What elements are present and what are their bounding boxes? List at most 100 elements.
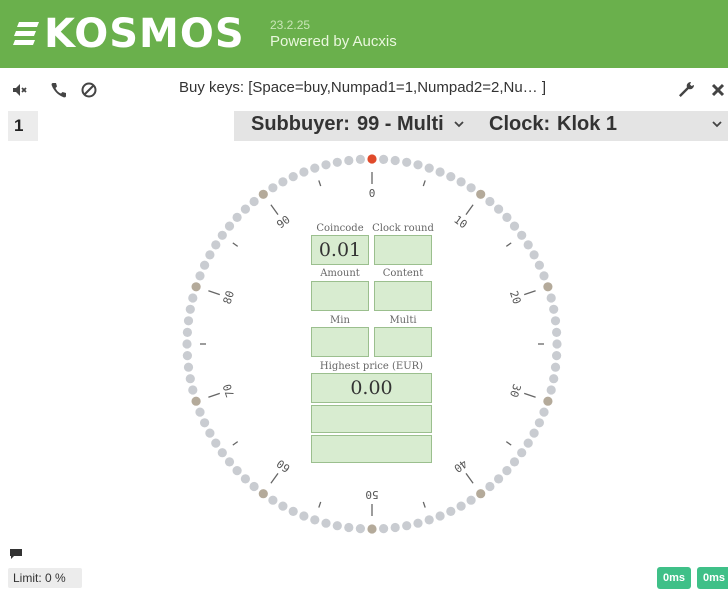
clock-dot (529, 250, 539, 260)
clock-tick (465, 204, 474, 215)
clock-tick (422, 501, 426, 508)
clock-dot (509, 457, 520, 467)
clock-dot (424, 163, 434, 173)
clock-tick (208, 392, 221, 398)
clock-label-10: 10 (451, 213, 469, 231)
clock-dot (446, 506, 456, 516)
clock-dot (240, 204, 250, 214)
clock-dot (249, 196, 259, 207)
clock-tick (422, 180, 426, 187)
phone-icon[interactable] (49, 80, 69, 100)
multi-field (374, 327, 432, 357)
clock-dot (355, 154, 365, 164)
amount-label: Amount (320, 268, 360, 279)
chat-icon[interactable] (10, 549, 22, 559)
clock-dot (278, 177, 288, 187)
mute-icon[interactable] (10, 80, 30, 100)
clock-select[interactable]: Klok 1 (557, 113, 617, 136)
clock-tick (523, 392, 536, 398)
clock-dot (183, 316, 194, 326)
clock-dot (268, 495, 278, 505)
wrench-icon[interactable] (676, 80, 696, 100)
auction-clock: 0 10 20 30 40 50 60 70 80 90 (182, 154, 562, 534)
clock-dot (534, 260, 544, 270)
clock-label-60: 60 (274, 457, 292, 475)
min-label: Min (330, 315, 350, 326)
clock-dot (552, 339, 562, 349)
clock-dot (456, 177, 466, 187)
chevron-down-icon[interactable] (452, 117, 466, 131)
clock-dot (258, 189, 268, 199)
content-label: Content (382, 268, 424, 279)
clock-dot (191, 282, 201, 292)
clock-dot (494, 204, 504, 214)
clock-dot (502, 466, 512, 476)
coincode-label: Coincode (316, 223, 364, 234)
clock-dot (211, 438, 221, 448)
clock-dot (183, 362, 194, 372)
logo-icon (13, 22, 39, 45)
clock-dot (390, 522, 400, 533)
clock-dot (494, 474, 504, 484)
content-field (374, 281, 432, 311)
clock-dot (379, 524, 389, 534)
subbuyer-select[interactable]: 99 - Multi (357, 113, 444, 136)
clock-tick (465, 473, 474, 484)
clock-dot (217, 448, 227, 458)
clock-dot (288, 506, 298, 516)
clock-dot (224, 221, 235, 231)
chevron-down-icon[interactable] (710, 117, 724, 131)
clock-dot (476, 189, 486, 199)
clock-dot (539, 407, 549, 417)
clock-label-80: 80 (221, 289, 237, 306)
clock-dot (552, 351, 562, 361)
clock-dot (344, 155, 354, 166)
clock-dot (200, 260, 210, 270)
latency-badge: 0ms (657, 567, 691, 589)
block-icon[interactable] (79, 80, 99, 100)
clock-dot (182, 327, 192, 337)
clock-dot (224, 457, 235, 467)
highest-price-field: 0.00 (311, 373, 432, 403)
clock-dot (509, 221, 520, 231)
extra-field-1 (311, 405, 432, 433)
amount-field (311, 281, 369, 311)
powered-by: Powered by Aucxis (270, 33, 397, 50)
clock-dot (188, 293, 198, 303)
clock-dot (546, 385, 556, 395)
clock-tick (523, 290, 536, 296)
clock-dot (523, 240, 533, 250)
clock-label-70: 70 (221, 382, 237, 399)
clock-dot (476, 489, 486, 499)
clock-dot (523, 438, 533, 448)
clock-label-30: 30 (507, 382, 523, 399)
close-icon[interactable] (708, 80, 728, 100)
clock-dot (549, 374, 559, 384)
clock-dot (546, 293, 556, 303)
subbuyer-label: Subbuyer: (251, 113, 350, 135)
clock-dot (278, 501, 288, 511)
clock-dot (185, 304, 195, 314)
clock-dot (182, 339, 192, 349)
clock-dot (502, 212, 512, 222)
clock-dot (355, 524, 365, 534)
clock-dot (424, 515, 434, 525)
coincode-field: 0.01 (311, 235, 369, 265)
clock-tick (270, 204, 279, 215)
clock-label-40: 40 (451, 457, 469, 475)
clock-tick (232, 441, 239, 446)
clock-round-field (374, 235, 432, 265)
clock-dot (435, 511, 445, 521)
limit-status: Limit: 0 % (8, 568, 82, 588)
clock-dot (539, 271, 549, 281)
clock-dot (413, 160, 423, 170)
clock-dot (205, 250, 215, 260)
clock-dot (332, 157, 342, 167)
clock-dot (549, 304, 559, 314)
clock-tick (270, 473, 279, 484)
clock-dot (485, 196, 495, 207)
clock-dot (367, 524, 377, 534)
extra-field-2 (311, 435, 432, 463)
latency-badge: 0ms (697, 567, 728, 589)
clock-dot (534, 418, 544, 428)
